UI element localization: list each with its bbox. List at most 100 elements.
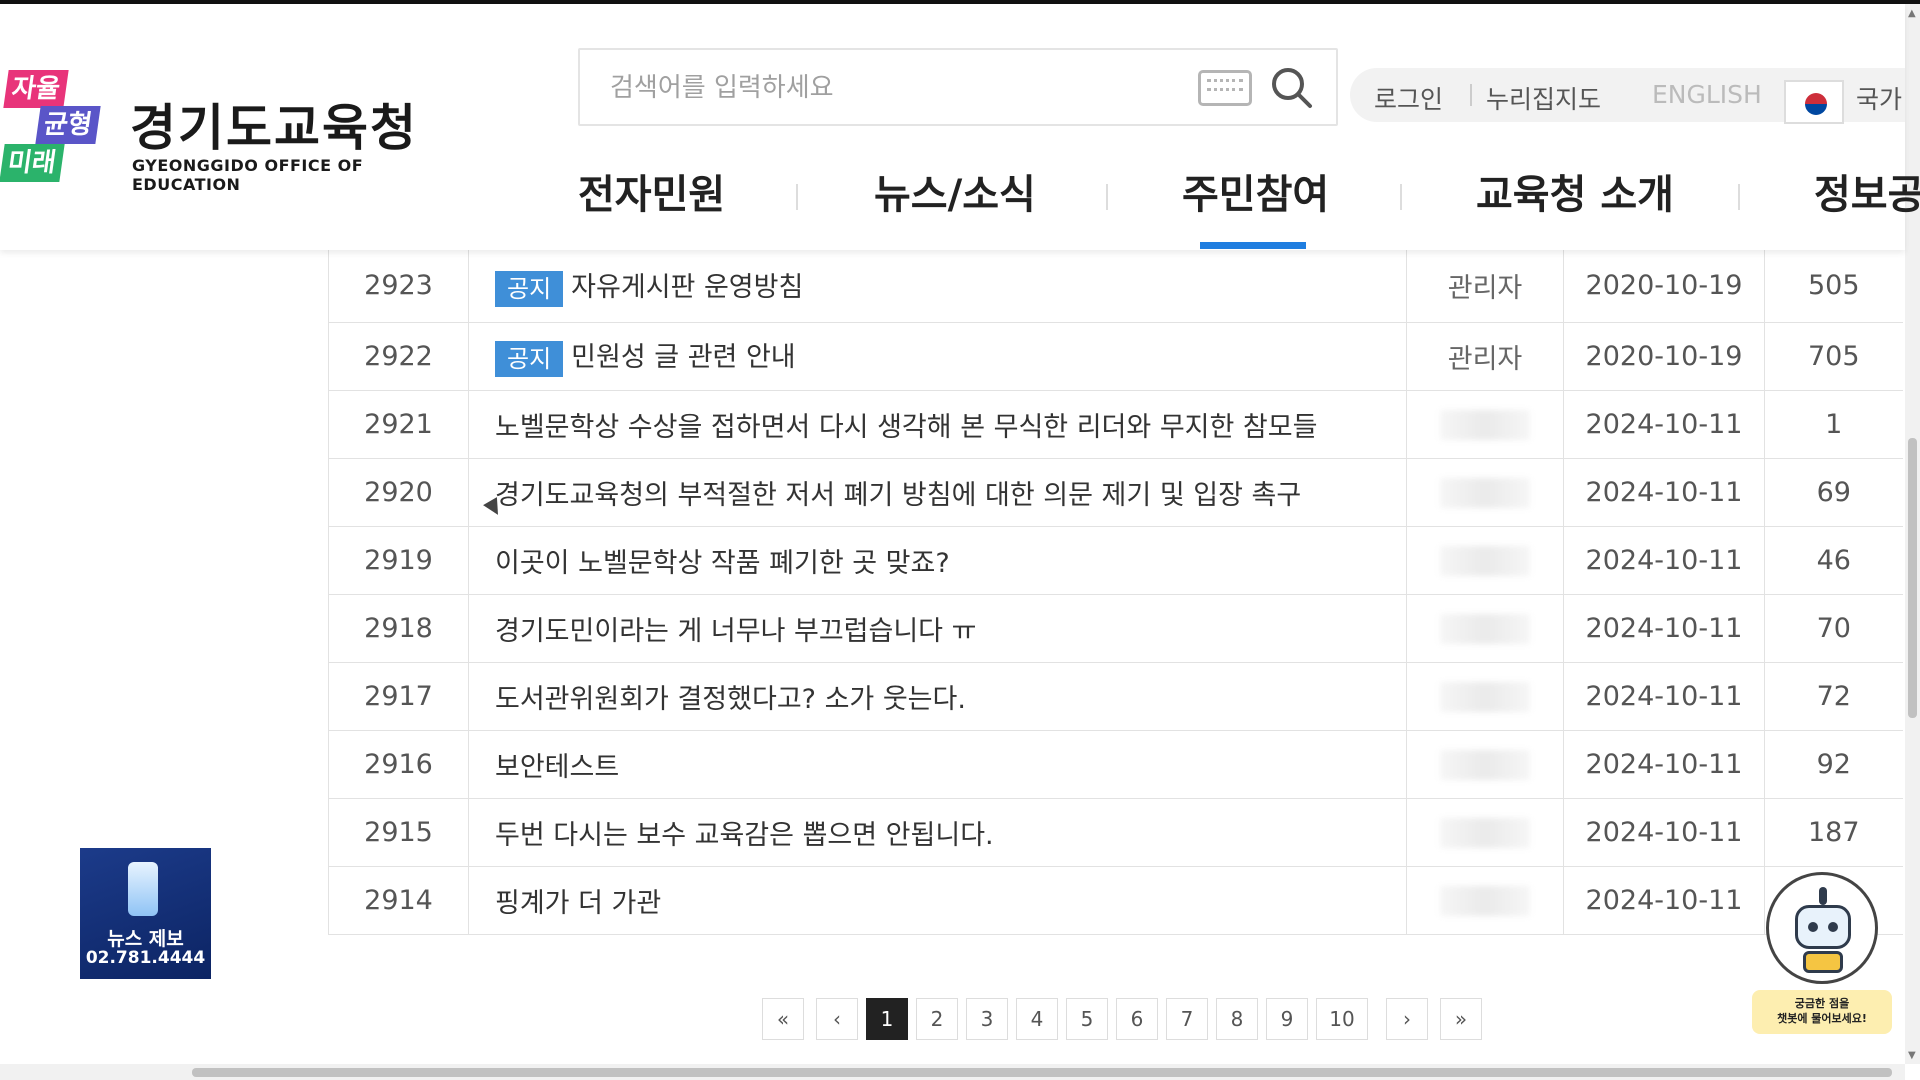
post-number: 2914 <box>328 866 469 935</box>
post-date: 2024-10-11 <box>1563 458 1765 527</box>
post-title-cell: 두번 다시는 보수 교육감은 뽑으면 안됩니다. <box>468 798 1407 867</box>
post-number: 2917 <box>328 662 469 731</box>
next-page-button[interactable]: › <box>1386 998 1428 1040</box>
prev-page-button[interactable]: ‹ <box>816 998 858 1040</box>
post-title-cell: 공지 자유게시판 운영방침 <box>468 250 1407 323</box>
post-number: 2923 <box>328 250 469 323</box>
post-title-link[interactable]: 보안테스트 <box>495 752 619 783</box>
phone-icon <box>128 862 158 916</box>
page-8-button[interactable]: 8 <box>1216 998 1258 1040</box>
page-4-button[interactable]: 4 <box>1016 998 1058 1040</box>
post-writer-masked <box>1406 594 1564 663</box>
national-link[interactable]: 국가 <box>1856 80 1902 116</box>
keyboard-icon[interactable] <box>1198 70 1252 106</box>
main-navigation: 전자민원 뉴스/소식 주민참여 교육청 소개 정보공 <box>540 154 1920 250</box>
post-date: 2024-10-11 <box>1563 798 1765 867</box>
nav-participation[interactable]: 주민참여 <box>1182 162 1329 220</box>
table-row[interactable]: 2914 핑계가 더 가관 2024-10-11 <box>328 866 1903 935</box>
robot-eye <box>1828 922 1838 932</box>
post-writer: 관리자 <box>1406 250 1564 323</box>
english-link[interactable]: ENGLISH <box>1652 80 1762 109</box>
slogan-badges: 자율 균형 미래 <box>0 66 112 186</box>
post-date: 2024-10-11 <box>1563 662 1765 731</box>
post-title-link[interactable]: 도서관위원회가 결정했다고? 소가 웃는다. <box>495 684 966 715</box>
post-title-cell: 보안테스트 <box>468 730 1407 799</box>
nav-info[interactable]: 정보공 <box>1814 162 1920 220</box>
first-page-button[interactable]: « <box>762 998 804 1040</box>
blurred-writer <box>1440 681 1530 712</box>
post-date: 2024-10-11 <box>1563 526 1765 595</box>
nav-divider <box>1400 184 1402 210</box>
util-divider <box>1470 84 1472 106</box>
post-date: 2024-10-11 <box>1563 594 1765 663</box>
post-title-cell: 핑계가 더 가관 <box>468 866 1407 935</box>
table-row[interactable]: 2921 노벨문학상 수상을 접하면서 다시 생각해 본 무식한 리더와 무지한 … <box>328 390 1903 459</box>
table-row[interactable]: 2916 보안테스트 2024-10-11 92 <box>328 730 1903 799</box>
horizontal-scrollbar[interactable] <box>0 1064 1905 1080</box>
table-row[interactable]: 2919 이곳이 노벨문학상 작품 폐기한 곳 맞죠? 2024-10-11 46 <box>328 526 1903 595</box>
utility-menu: 로그인 누리집지도 ENGLISH 국가 <box>1350 68 1905 124</box>
table-row[interactable]: 2917 도서관위원회가 결정했다고? 소가 웃는다. 2024-10-11 72 <box>328 662 1903 731</box>
horizontal-scroll-thumb[interactable] <box>192 1068 1892 1077</box>
slogan-badge-2: 균형 <box>35 106 101 144</box>
vertical-scroll-thumb[interactable] <box>1908 438 1917 718</box>
nav-divider <box>1106 184 1108 210</box>
chatbot-message-line-2: 챗봇에 물어보세요! <box>1777 1012 1867 1025</box>
search-input[interactable] <box>610 68 1150 108</box>
korea-flag-icon[interactable] <box>1784 80 1844 124</box>
post-number: 2915 <box>328 798 469 867</box>
post-title-link[interactable]: 민원성 글 관련 안내 <box>571 342 795 373</box>
post-title-link[interactable]: 경기도민이라는 게 너무나 부끄럽습니다 ㅠ <box>495 616 976 647</box>
nav-e-civil[interactable]: 전자민원 <box>578 162 725 220</box>
notice-badge: 공지 <box>495 270 564 307</box>
nav-active-indicator <box>1200 242 1306 249</box>
table-row[interactable]: 2922 공지 민원성 글 관련 안내 관리자 2020-10-19 705 <box>328 322 1903 391</box>
scroll-up-icon[interactable]: ▲ <box>1908 8 1916 19</box>
page-1-button[interactable]: 1 <box>866 998 908 1040</box>
post-date: 2020-10-19 <box>1563 250 1765 323</box>
chatbot-button[interactable]: 궁금한 점을 챗봇에 물어보세요! <box>1752 868 1892 1038</box>
post-views: 70 <box>1764 594 1903 663</box>
search-icon[interactable] <box>1270 66 1314 110</box>
logo-subtitle: GYEONGGIDO OFFICE OF EDUCATION <box>132 156 364 194</box>
post-number: 2921 <box>328 390 469 459</box>
post-writer-masked <box>1406 730 1564 799</box>
post-title-link[interactable]: 경기도교육청의 부적절한 저서 폐기 방침에 대한 의문 제기 및 입장 촉구 <box>495 480 1301 511</box>
robot-icon <box>1766 872 1878 984</box>
last-page-button[interactable]: » <box>1440 998 1482 1040</box>
page-7-button[interactable]: 7 <box>1166 998 1208 1040</box>
table-row[interactable]: 2915 두번 다시는 보수 교육감은 뽑으면 안됩니다. 2024-10-11 18… <box>328 798 1903 867</box>
post-title-link[interactable]: 노벨문학상 수상을 접하면서 다시 생각해 본 무식한 리더와 무지한 참모들 <box>495 412 1317 443</box>
post-title-link[interactable]: 자유게시판 운영방침 <box>571 272 803 303</box>
post-writer-masked <box>1406 458 1564 527</box>
post-title-link[interactable]: 핑계가 더 가관 <box>495 888 661 919</box>
table-row[interactable]: 2918 경기도민이라는 게 너무나 부끄럽습니다 ㅠ 2024-10-11 70 <box>328 594 1903 663</box>
nav-about[interactable]: 교육청 소개 <box>1476 162 1674 220</box>
blurred-writer <box>1440 749 1530 780</box>
search-box <box>578 48 1338 126</box>
nav-divider <box>796 184 798 210</box>
table-row[interactable]: 2923 공지 자유게시판 운영방침 관리자 2020-10-19 505 <box>328 250 1903 323</box>
post-title-link[interactable]: 두번 다시는 보수 교육감은 뽑으면 안됩니다. <box>495 820 994 851</box>
blurred-writer <box>1440 409 1530 440</box>
news-tip-banner[interactable]: 뉴스 제보 02.781.4444 <box>80 848 211 979</box>
post-writer: 관리자 <box>1406 322 1564 391</box>
scroll-down-icon[interactable]: ▼ <box>1908 1050 1916 1061</box>
page-9-button[interactable]: 9 <box>1266 998 1308 1040</box>
site-logo[interactable]: 자율 균형 미래 경기도교육청 GYEONGGIDO OFFICE OF EDU… <box>0 66 460 196</box>
robot-eye <box>1808 922 1818 932</box>
sitemap-link[interactable]: 누리집지도 <box>1486 80 1601 116</box>
post-title-link[interactable]: 이곳이 노벨문학상 작품 폐기한 곳 맞죠? <box>495 548 950 579</box>
login-link[interactable]: 로그인 <box>1374 80 1443 116</box>
page-10-button[interactable]: 10 <box>1316 998 1368 1040</box>
page-5-button[interactable]: 5 <box>1066 998 1108 1040</box>
page-3-button[interactable]: 3 <box>966 998 1008 1040</box>
nav-divider <box>1738 184 1740 210</box>
table-row[interactable]: 2920 경기도교육청의 부적절한 저서 폐기 방침에 대한 의문 제기 및 입장… <box>328 458 1903 527</box>
post-writer-masked <box>1406 662 1564 731</box>
nav-news[interactable]: 뉴스/소식 <box>874 162 1036 220</box>
post-title-cell: 이곳이 노벨문학상 작품 폐기한 곳 맞죠? <box>468 526 1407 595</box>
post-title-cell: 경기도민이라는 게 너무나 부끄럽습니다 ㅠ <box>468 594 1407 663</box>
page-6-button[interactable]: 6 <box>1116 998 1158 1040</box>
page-2-button[interactable]: 2 <box>916 998 958 1040</box>
